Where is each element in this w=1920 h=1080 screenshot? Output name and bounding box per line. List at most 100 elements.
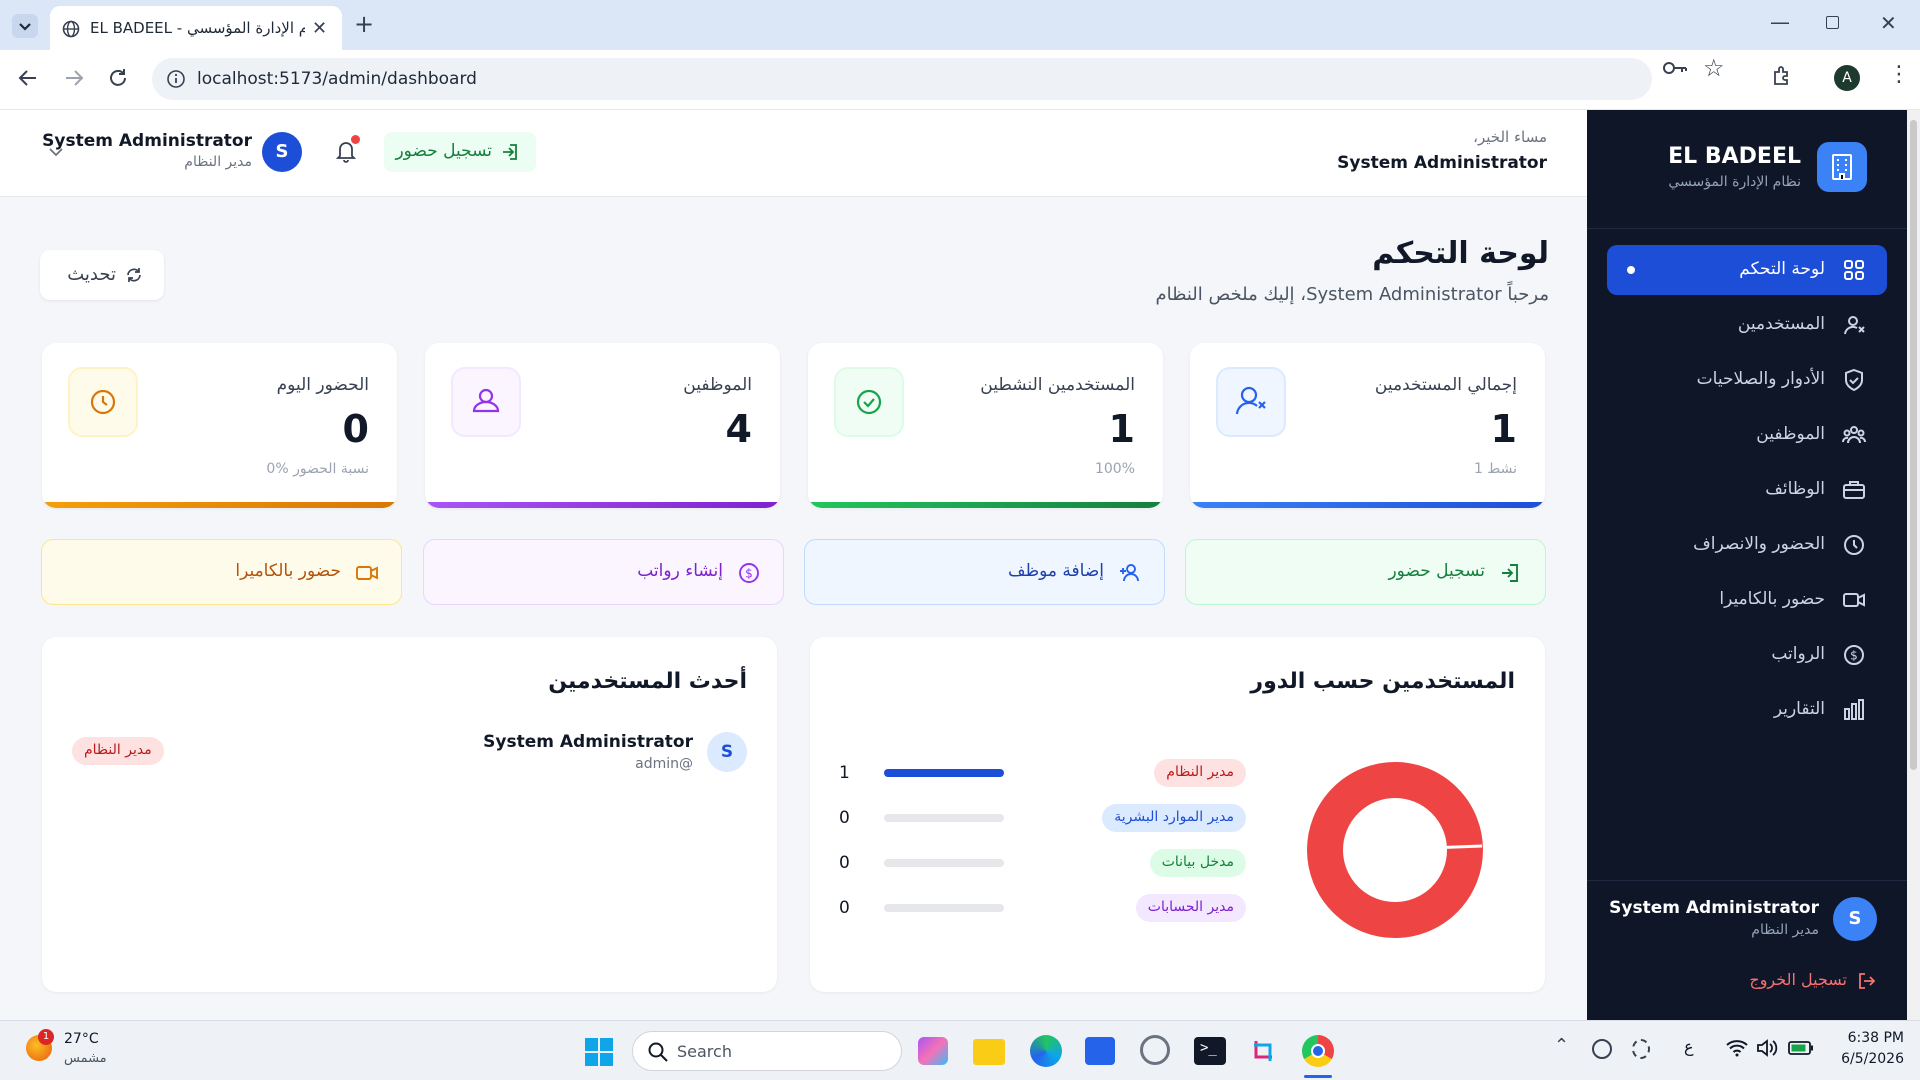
password-key-icon[interactable]	[1662, 56, 1688, 80]
status-badge: مدير النظام	[72, 737, 164, 765]
tab-list-button[interactable]	[12, 14, 38, 38]
logout-button[interactable]: تسجيل الخروج	[1677, 968, 1877, 998]
back-icon[interactable]	[16, 66, 40, 90]
header-checkin-button[interactable]: تسجيل حضور	[384, 132, 536, 172]
recent-users-panel: أحدث المستخدمين S System Administrator a…	[42, 637, 777, 992]
bookmark-star-icon[interactable]: ☆	[1703, 54, 1725, 82]
video-icon	[355, 562, 379, 584]
chrome-browser-icon[interactable]	[1302, 1035, 1334, 1067]
login-icon	[1499, 562, 1521, 584]
users-icon	[1841, 312, 1867, 338]
role-count: 0	[839, 808, 850, 828]
scrollbar-thumb[interactable]	[1910, 120, 1917, 770]
sidebar-item-dashboard[interactable]: لوحة التحكم	[1607, 245, 1887, 295]
address-bar[interactable]: localhost:5173/admin/dashboard	[152, 58, 1687, 100]
list-item[interactable]: S System Administrator admin@ مدير النظا…	[42, 732, 777, 792]
clock-date[interactable]: 6/5/2026	[1830, 1051, 1904, 1067]
windows-start-icon[interactable]	[584, 1037, 614, 1067]
sidebar-item-camera-attendance[interactable]: حضور بالكاميرا	[1607, 575, 1887, 625]
chevron-down-icon[interactable]	[48, 146, 64, 158]
tray-chevron-up-icon[interactable]: ⌃	[1554, 1035, 1569, 1056]
stat-accent-bar	[808, 502, 1163, 508]
weather-badge: 1	[38, 1029, 54, 1045]
circle-app-icon[interactable]	[1140, 1035, 1170, 1065]
new-tab-button[interactable]: +	[354, 10, 374, 38]
notification-bell-icon[interactable]	[334, 135, 360, 164]
stat-card-employees: الموظفين 4	[425, 343, 780, 508]
action-add-employee-button[interactable]: إضافة موظف	[804, 539, 1165, 605]
file-explorer-icon[interactable]	[973, 1039, 1005, 1065]
tray-network-status-icon[interactable]	[1592, 1039, 1612, 1059]
site-info-icon[interactable]	[166, 69, 186, 89]
forward-icon[interactable]	[62, 66, 86, 90]
stat-card-attendance-today: الحضور اليوم 0 0% نسبة الحضور	[42, 343, 397, 508]
action-camera-attendance-button[interactable]: حضور بالكاميرا	[41, 539, 402, 605]
taskbar: 1 27°C مشمس Search >_ ⌃ ع 6:38 PM 6/5/20…	[0, 1020, 1920, 1080]
bar-chart-icon	[1841, 697, 1867, 723]
dollar-icon: $	[1841, 642, 1867, 668]
tray-sync-icon[interactable]	[1632, 1039, 1650, 1059]
employee-icon	[451, 367, 521, 437]
refresh-button[interactable]: تحديث	[40, 250, 164, 300]
tab-close-icon[interactable]: ✕	[312, 18, 327, 39]
reload-icon[interactable]	[106, 66, 130, 90]
role-bar-fill	[884, 769, 1004, 777]
battery-icon[interactable]	[1788, 1040, 1814, 1056]
divider	[1587, 228, 1907, 229]
clock-icon	[1841, 532, 1867, 558]
grid-icon	[1841, 257, 1867, 283]
action-create-payroll-button[interactable]: إنشاء رواتب $	[423, 539, 784, 605]
edge-browser-icon[interactable]	[1030, 1035, 1062, 1067]
weather-temp: 27°C	[64, 1031, 99, 1047]
clock-time[interactable]: 6:38 PM	[1840, 1030, 1904, 1046]
stat-accent-bar	[42, 502, 397, 508]
action-label: إنشاء رواتب	[637, 561, 723, 581]
tray-language[interactable]: ع	[1684, 1037, 1694, 1056]
browser-tab[interactable]: EL BADEEL - نظام الإدارة المؤسسي ✕	[50, 6, 342, 50]
sidebar-item-jobs[interactable]: الوظائف	[1607, 465, 1887, 515]
minimize-button[interactable]: —	[1770, 10, 1790, 34]
check-circle-icon	[834, 367, 904, 437]
copilot-app-icon[interactable]	[918, 1037, 948, 1065]
dollar-icon: $	[737, 561, 761, 585]
header-user-name: System Administrator	[1337, 153, 1547, 173]
action-checkin-button[interactable]: تسجيل حضور	[1185, 539, 1546, 605]
sidebar-item-attendance[interactable]: الحضور والانصراف	[1607, 520, 1887, 570]
roles-donut-chart	[1300, 755, 1490, 945]
stat-accent-bar	[425, 502, 780, 508]
stat-sub: 100%	[1094, 461, 1135, 477]
sidebar-item-reports[interactable]: التقارير	[1607, 685, 1887, 735]
avatar: S	[707, 732, 747, 772]
store-app-icon[interactable]	[1085, 1037, 1115, 1065]
taskbar-search[interactable]: Search	[632, 1031, 902, 1071]
header-profile-name[interactable]: System Administrator	[42, 131, 252, 151]
stat-value: 0	[342, 407, 369, 451]
sidebar-item-payroll[interactable]: $ الرواتب	[1607, 630, 1887, 680]
sidebar-item-label: لوحة التحكم	[1739, 259, 1825, 279]
header-avatar[interactable]: S	[262, 132, 302, 172]
sidebar-item-roles[interactable]: الأدوار والصلاحيات	[1607, 355, 1887, 405]
sidebar-item-users[interactable]: المستخدمين	[1607, 300, 1887, 350]
search-placeholder: Search	[677, 1042, 732, 1061]
wifi-icon[interactable]	[1726, 1039, 1748, 1057]
close-window-button[interactable]: ✕	[1880, 11, 1897, 35]
profile-avatar[interactable]: A	[1834, 65, 1860, 91]
snipping-tool-icon[interactable]	[1250, 1037, 1278, 1065]
stat-value: 1	[1108, 407, 1135, 451]
browser-menu-icon[interactable]: ⋮	[1888, 62, 1910, 87]
svg-text:$: $	[1850, 649, 1858, 663]
sidebar-item-label: الرواتب	[1771, 644, 1825, 664]
volume-icon[interactable]	[1756, 1039, 1778, 1057]
terminal-app-icon[interactable]: >_	[1194, 1037, 1226, 1065]
sidebar-item-employees[interactable]: الموظفين	[1607, 410, 1887, 460]
team-icon	[1841, 422, 1867, 448]
user-name: System Administrator	[483, 732, 693, 752]
role-count: 1	[839, 763, 850, 783]
stat-value: 4	[725, 407, 752, 451]
role-count: 0	[839, 853, 850, 873]
restore-button[interactable]	[1826, 16, 1839, 29]
sidebar-item-label: الوظائف	[1765, 479, 1825, 499]
stat-title: إجمالي المستخدمين	[1374, 375, 1517, 395]
donut-ring	[1307, 762, 1483, 938]
extensions-icon[interactable]	[1770, 64, 1794, 88]
